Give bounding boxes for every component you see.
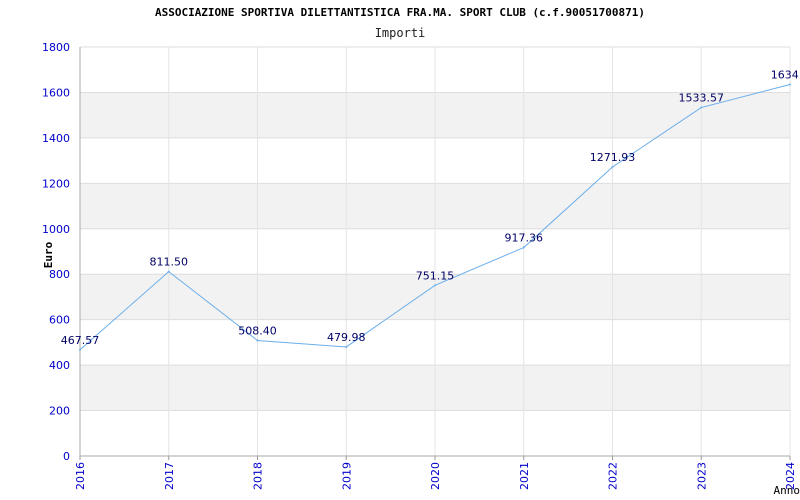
data-point: [522, 246, 525, 249]
y-tick-label: 600: [49, 314, 70, 327]
y-tick-label: 0: [63, 450, 70, 463]
data-point: [434, 284, 436, 287]
y-tick-label: 400: [49, 359, 70, 372]
x-tick-label: 2019: [340, 462, 353, 490]
y-tick-label: 1400: [42, 132, 70, 145]
data-point: [167, 270, 170, 273]
x-tick-label: 2018: [252, 462, 265, 490]
y-tick-label: 1600: [42, 86, 70, 99]
y-tick-label: 1800: [42, 41, 70, 54]
data-label: 508.40: [238, 324, 277, 337]
x-tick-labels: 2016 2017 2018 2019 2020 2021 2022 2023 2024: [74, 462, 797, 490]
y-tick-label: 1200: [42, 177, 70, 190]
x-tick-label: 2016: [74, 462, 87, 490]
x-tick-label: 2020: [429, 462, 442, 490]
data-label: 467.57: [61, 334, 100, 347]
x-tick-label: 2021: [518, 462, 531, 490]
line-chart: 0 200 400 600 800 1000 1200 1400 1600 1800 2016 20…: [42, 41, 800, 497]
data-label: 751.15: [416, 269, 455, 282]
y-axis-title: Euro: [42, 241, 55, 268]
data-point: [345, 345, 348, 348]
data-point: [79, 348, 81, 351]
x-tick-label: 2023: [695, 462, 708, 490]
data-point: [256, 339, 259, 342]
x-tick-label: 2022: [607, 462, 620, 490]
y-tick-label: 200: [49, 405, 70, 418]
y-tick-label: 800: [49, 268, 70, 281]
data-label: 1634.9: [771, 69, 800, 82]
data-point: [789, 83, 791, 86]
data-label: 917.36: [505, 232, 544, 245]
y-tick-label: 1000: [42, 223, 70, 236]
x-axis-title: Anno: [774, 484, 800, 497]
data-point: [611, 165, 614, 168]
data-label: 1533.57: [679, 92, 725, 105]
data-label: 479.98: [327, 331, 366, 344]
x-tick-label: 2017: [163, 462, 176, 490]
data-label: 1271.93: [590, 151, 636, 164]
data-label: 811.50: [150, 256, 189, 269]
data-point: [700, 106, 703, 109]
